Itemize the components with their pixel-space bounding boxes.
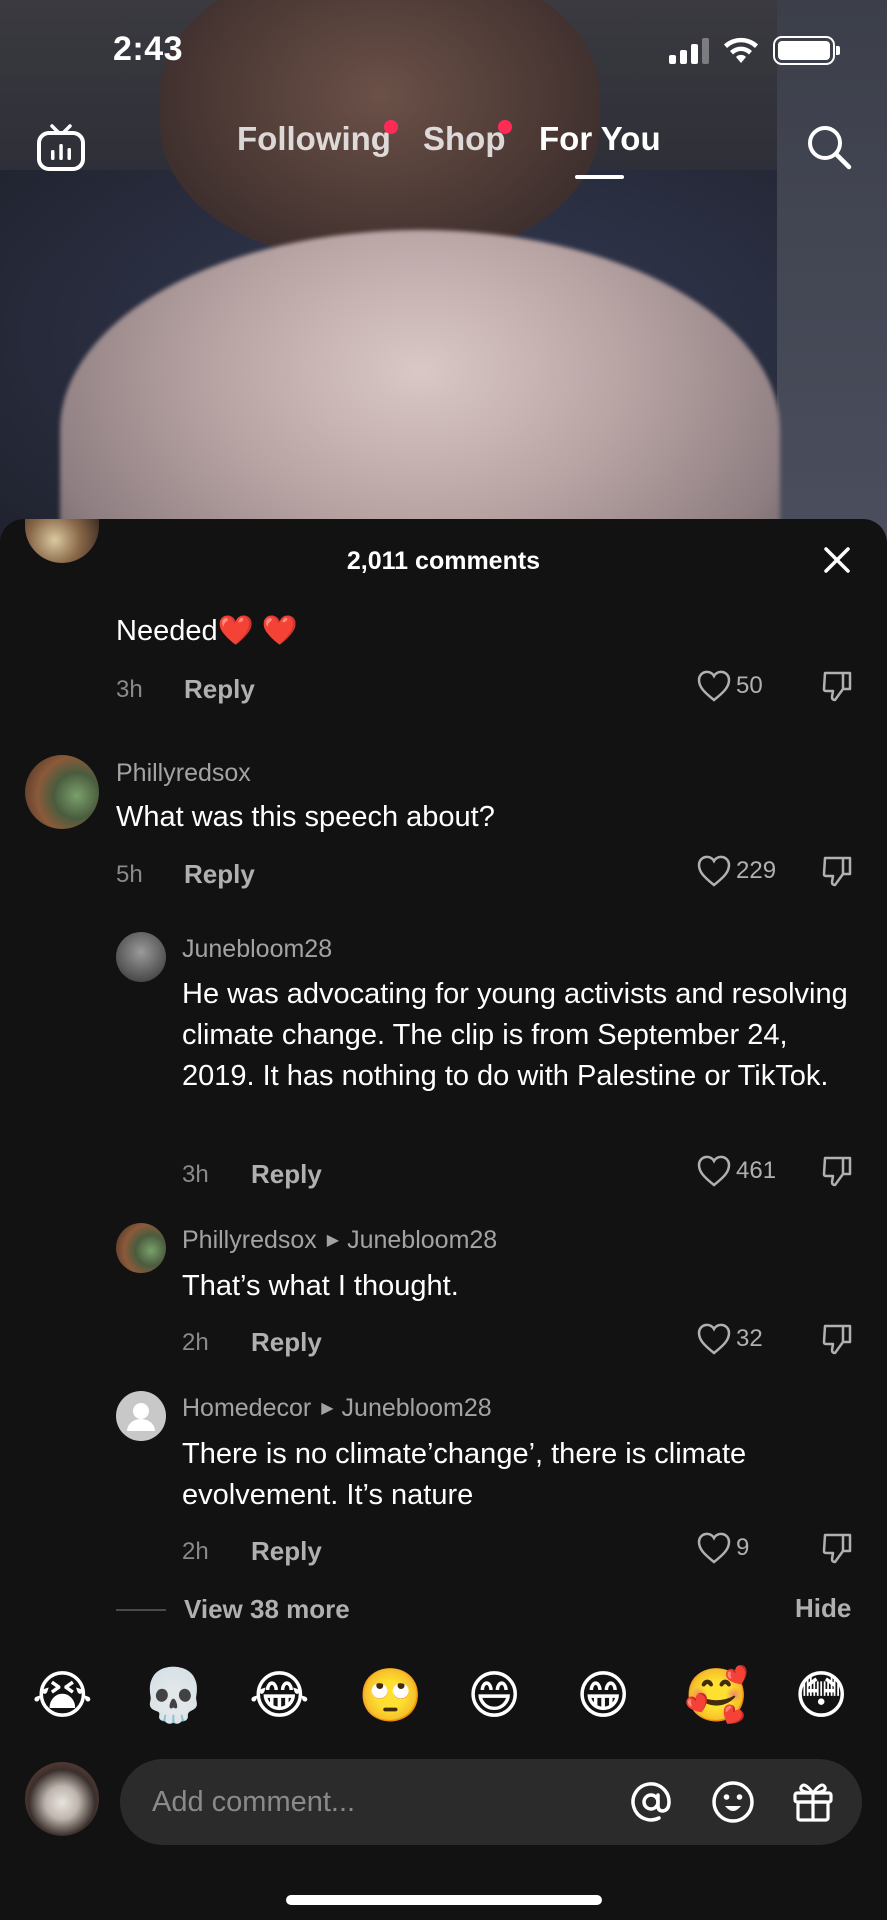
emoji-flushed-button[interactable]: 😳 — [794, 1666, 848, 1726]
like-count: 50 — [736, 672, 763, 699]
emoji-tears-of-joy-button[interactable]: 😂 — [249, 1666, 310, 1726]
heart-icon — [697, 670, 731, 702]
heart-icon — [697, 855, 731, 887]
reply-button[interactable]: Reply — [184, 674, 255, 705]
comment-time: 2h — [182, 1538, 209, 1565]
following-notification-dot — [384, 120, 398, 134]
like-button[interactable]: 461 — [696, 1154, 776, 1188]
avatar[interactable] — [116, 1223, 166, 1273]
status-time: 2:43 — [113, 30, 184, 68]
heart-icon — [697, 1323, 731, 1355]
battery-icon — [773, 36, 840, 65]
status-icons — [669, 36, 840, 65]
emoji-hearts-face-button[interactable]: 🥰 — [684, 1666, 749, 1726]
tab-for-you[interactable]: For You — [539, 120, 661, 158]
reply-to-username[interactable]: Junebloom28 — [342, 1394, 492, 1422]
reply-button[interactable]: Reply — [251, 1536, 322, 1567]
username-label[interactable]: Homedecor — [182, 1394, 311, 1422]
comment-username[interactable]: Phillyredsox ▶ Junebloom28 — [182, 1226, 497, 1255]
tab-following[interactable]: Following — [237, 120, 391, 158]
avatar[interactable] — [116, 932, 166, 982]
reply-to-username[interactable]: Junebloom28 — [347, 1226, 497, 1254]
tv-live-icon[interactable] — [35, 122, 87, 174]
like-button[interactable]: 229 — [696, 854, 776, 888]
dislike-icon[interactable] — [821, 854, 853, 888]
comment-text: He was advocating for young activists an… — [182, 978, 848, 1092]
view-more-replies-button[interactable]: View 38 more — [116, 1594, 350, 1625]
comments-header: 2,011 comments — [0, 519, 887, 599]
close-icon[interactable] — [820, 543, 854, 577]
comment-time: 5h — [116, 861, 143, 888]
like-button[interactable]: 32 — [696, 1322, 763, 1356]
dislike-icon[interactable] — [821, 669, 853, 703]
dislike-icon[interactable] — [821, 1531, 853, 1565]
emoji-skull-button[interactable]: 💀 — [141, 1666, 206, 1726]
like-count: 229 — [736, 857, 777, 884]
reply-button[interactable]: Reply — [184, 859, 255, 890]
my-avatar[interactable] — [25, 1762, 99, 1836]
comment-input-container[interactable] — [120, 1759, 862, 1845]
emoji-beaming-button[interactable]: 😁 — [576, 1666, 630, 1726]
like-button[interactable]: 9 — [696, 1531, 749, 1565]
emoji-grinning-button[interactable]: 😄 — [467, 1666, 521, 1726]
avatar[interactable] — [25, 755, 99, 829]
like-count: 461 — [736, 1157, 777, 1184]
hide-replies-button[interactable]: Hide — [795, 1593, 851, 1624]
search-icon[interactable] — [804, 122, 854, 172]
active-tab-indicator — [575, 175, 624, 179]
view-more-label: View 38 more — [184, 1594, 350, 1624]
emoji-loudly-crying-button[interactable]: 😭 — [32, 1666, 93, 1726]
username-label[interactable]: Phillyredsox — [182, 1226, 317, 1254]
comment-time: 3h — [182, 1161, 209, 1188]
dislike-icon[interactable] — [821, 1154, 853, 1188]
reply-button[interactable]: Reply — [251, 1159, 322, 1190]
reply-button[interactable]: Reply — [251, 1327, 322, 1358]
shop-notification-dot — [498, 120, 512, 134]
reply-arrow-icon: ▶ — [326, 1232, 340, 1249]
heart-icon — [697, 1532, 731, 1564]
wifi-icon — [724, 37, 758, 63]
comment-input[interactable] — [152, 1759, 612, 1845]
comment-time: 3h — [116, 676, 143, 703]
comments-count-title: 2,011 comments — [346, 547, 541, 575]
comment-text: That’s what I thought. — [182, 1270, 459, 1302]
gift-icon[interactable] — [790, 1779, 836, 1825]
comment-username[interactable]: Homedecor ▶ Junebloom28 — [182, 1394, 492, 1423]
comments-sheet: 2,011 comments Needed❤️ ❤️ 3h Reply 50 P… — [0, 519, 887, 1920]
emoji-eye-roll-button[interactable]: 🙄 — [358, 1666, 423, 1726]
heart-icon — [697, 1155, 731, 1187]
comment-username[interactable]: Phillyredsox — [116, 759, 251, 788]
comment-text: What was this speech about? — [116, 801, 495, 833]
like-button[interactable]: 50 — [696, 669, 763, 703]
comment-username[interactable]: Junebloom28 — [182, 935, 332, 964]
tab-shop[interactable]: Shop — [423, 120, 505, 158]
mention-icon[interactable] — [628, 1779, 674, 1825]
divider-line — [116, 1608, 166, 1611]
like-count: 32 — [736, 1325, 763, 1352]
home-indicator[interactable] — [286, 1895, 602, 1905]
default-avatar-icon[interactable] — [116, 1391, 166, 1441]
comment-composer — [0, 1744, 887, 1854]
like-count: 9 — [736, 1534, 750, 1561]
emoji-icon[interactable] — [710, 1779, 756, 1825]
comment-time: 2h — [182, 1329, 209, 1356]
comment-text: Needed❤️ ❤️ — [116, 615, 298, 647]
dislike-icon[interactable] — [821, 1322, 853, 1356]
status-bar: 2:43 — [0, 0, 887, 100]
reply-arrow-icon: ▶ — [321, 1400, 334, 1417]
cellular-signal-icon — [669, 37, 709, 64]
quick-emoji-bar: 😭 💀 😂 🙄 😄 😁 🥰 😳 — [0, 1634, 887, 1744]
comment-text: There is no climate’change’, there is cl… — [182, 1438, 747, 1511]
